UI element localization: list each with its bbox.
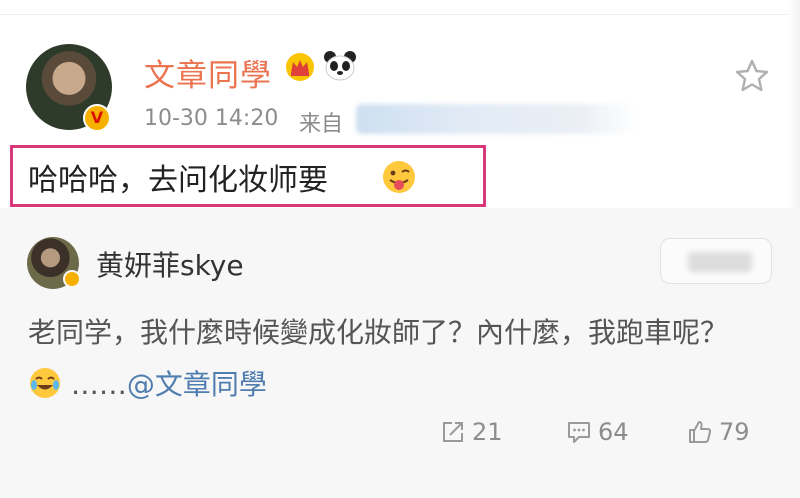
- top-divider: [0, 14, 800, 15]
- comment-text: 老同学，我什麼時候變成化妝師了？內什麼，我跑車呢？: [28, 316, 729, 349]
- like-icon: [689, 421, 712, 443]
- mention-link[interactable]: @文章同學: [127, 368, 267, 401]
- post-time: 10-30 14:20: [144, 106, 279, 131]
- post-source-label: 来自: [299, 112, 344, 137]
- comment-text-block: 老同学，我什麼時候變成化妝師了？內什麼，我跑車呢？ ……@文章同學: [28, 307, 768, 411]
- like-button[interactable]: 79: [687, 418, 750, 446]
- commenter-badge-icon: [63, 270, 81, 288]
- follow-button-blur: [688, 252, 752, 272]
- like-count: 79: [719, 418, 750, 446]
- repost-icon: [443, 422, 463, 442]
- post-text: 哈哈哈，去问化妆师要: [28, 163, 328, 198]
- repost-button[interactable]: 21: [440, 418, 503, 446]
- laugh-cry-emoji-icon: [30, 368, 60, 398]
- comment-ellipsis: ……: [70, 368, 127, 401]
- tongue-emoji-icon: [383, 161, 415, 193]
- crown-icon[interactable]: [284, 52, 316, 82]
- repost-count: 21: [472, 418, 503, 446]
- post-source-redacted: [356, 104, 636, 134]
- comment-count: 64: [598, 418, 629, 446]
- verified-badge-icon: V: [83, 104, 111, 132]
- comment-button[interactable]: 64: [566, 418, 629, 446]
- commenter-name[interactable]: 黄妍菲skye: [96, 244, 244, 284]
- panda-icon[interactable]: [323, 50, 357, 82]
- author-name[interactable]: 文章同學: [144, 50, 272, 95]
- comment-icon: [568, 422, 590, 443]
- star-icon[interactable]: [734, 58, 770, 94]
